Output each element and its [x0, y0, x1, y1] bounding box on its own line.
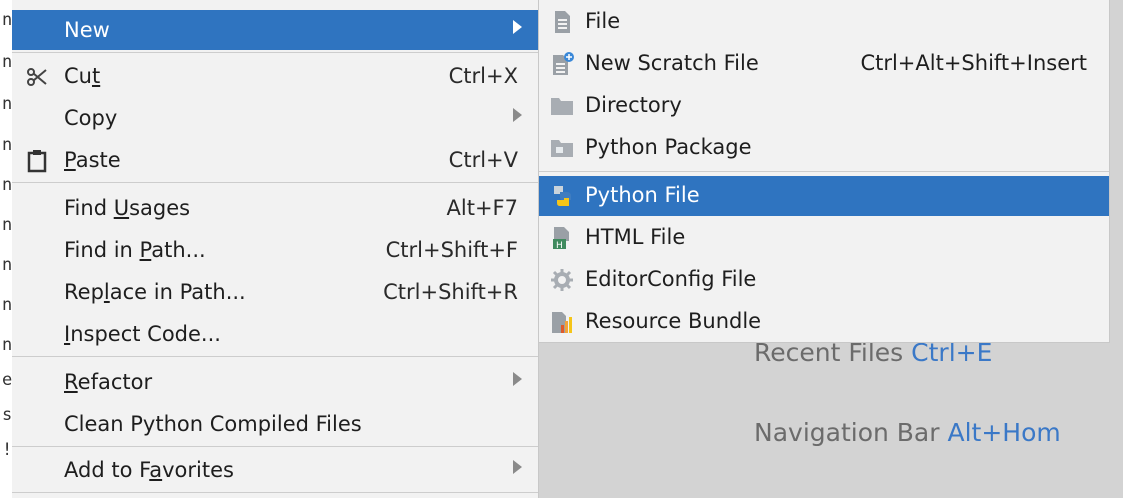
context-menu: New Cut Ctrl+X Copy Paste Ctrl+V Find Us…	[12, 0, 539, 498]
menu-item-shortcut: Ctrl+Shift+F	[385, 238, 518, 262]
menu-item-label: Refactor	[64, 370, 153, 394]
html-file-icon: H	[549, 225, 575, 251]
menu-item-label: Copy	[64, 106, 118, 130]
gutter-char: n	[2, 295, 13, 315]
gutter-char: n	[2, 94, 13, 114]
menu-item-cut[interactable]: Cut Ctrl+X	[12, 56, 538, 96]
submenu-item-python-file[interactable]: Python File	[539, 176, 1109, 216]
gutter-char: n	[2, 255, 13, 275]
submenu-item-html-file[interactable]: H HTML File	[539, 218, 1109, 258]
submenu-item-directory[interactable]: Directory	[539, 86, 1109, 126]
menu-item-shortcut: Alt+F7	[446, 196, 518, 220]
submenu-item-label: Directory	[585, 93, 682, 117]
scratch-file-icon	[549, 51, 575, 77]
submenu-arrow-icon	[513, 20, 522, 34]
package-folder-icon	[549, 135, 575, 161]
menu-item-shortcut: Ctrl+V	[448, 148, 518, 172]
submenu-arrow-icon	[513, 372, 522, 386]
resource-bundle-icon	[549, 309, 575, 335]
file-icon	[549, 9, 575, 35]
submenu-item-new-scratch-file[interactable]: New Scratch File Ctrl+Alt+Shift+Insert	[539, 44, 1109, 84]
svg-text:H: H	[556, 241, 563, 251]
menu-item-find-in-path[interactable]: Find in Path... Ctrl+Shift+F	[12, 230, 538, 270]
submenu-separator	[539, 171, 1109, 172]
submenu-item-file[interactable]: File	[539, 2, 1109, 42]
menu-item-clean-python-compiled[interactable]: Clean Python Compiled Files	[12, 404, 538, 444]
submenu-item-label: Python File	[585, 183, 700, 207]
menu-item-label: Add to Favorites	[64, 458, 234, 482]
menu-item-shortcut: Ctrl+X	[448, 64, 518, 88]
menu-item-replace-in-path[interactable]: Replace in Path... Ctrl+Shift+R	[12, 272, 538, 312]
submenu-item-label: Resource Bundle	[585, 309, 762, 333]
gutter-char: n	[2, 335, 13, 355]
menu-item-label: Find in Path...	[64, 238, 206, 262]
menu-item-shortcut: Ctrl+Shift+R	[383, 280, 518, 304]
menu-separator	[12, 52, 538, 53]
gutter-char: n	[2, 175, 13, 195]
gutter-char: s	[2, 405, 13, 425]
python-icon	[549, 183, 575, 209]
menu-item-add-to-favorites[interactable]: Add to Favorites	[12, 450, 538, 490]
hint-navigation-bar: Navigation Bar Alt+Hom	[754, 418, 1061, 447]
submenu-arrow-icon	[513, 108, 522, 122]
menu-separator	[12, 182, 538, 183]
clipboard-icon	[24, 148, 50, 174]
gutter-char: e	[2, 370, 13, 390]
menu-item-label: New	[64, 18, 110, 42]
menu-item-paste[interactable]: Paste Ctrl+V	[12, 140, 538, 180]
submenu-item-label: HTML File	[585, 225, 686, 249]
menu-item-find-usages[interactable]: Find Usages Alt+F7	[12, 188, 538, 228]
gutter-char: !	[2, 440, 13, 460]
menu-item-label: Cut	[64, 64, 101, 88]
editor-gutter: n n n n n n n n n e s !	[0, 0, 12, 498]
submenu-item-label: Python Package	[585, 135, 752, 159]
scissors-icon	[24, 64, 50, 90]
menu-item-new[interactable]: New	[12, 10, 538, 50]
menu-item-label: Inspect Code...	[64, 322, 221, 346]
submenu-item-editorconfig-file[interactable]: EditorConfig File	[539, 260, 1109, 300]
submenu-item-python-package[interactable]: Python Package	[539, 128, 1109, 168]
menu-separator	[12, 356, 538, 357]
submenu-item-label: New Scratch File	[585, 51, 759, 75]
gutter-char: n	[2, 215, 13, 235]
submenu-item-label: EditorConfig File	[585, 267, 757, 291]
menu-item-inspect-code[interactable]: Inspect Code...	[12, 314, 538, 354]
submenu-item-shortcut: Ctrl+Alt+Shift+Insert	[860, 51, 1087, 75]
menu-item-label: Paste	[64, 148, 121, 172]
menu-item-copy[interactable]: Copy	[12, 98, 538, 138]
gutter-char: n	[2, 52, 13, 72]
gear-icon	[549, 267, 575, 293]
menu-separator	[12, 492, 538, 493]
new-submenu: File New Scratch File Ctrl+Alt+Shift+Ins…	[538, 0, 1110, 343]
menu-separator	[12, 446, 538, 447]
gutter-char: n	[2, 10, 13, 30]
submenu-item-label: File	[585, 9, 621, 33]
gutter-char: n	[2, 135, 13, 155]
submenu-item-resource-bundle[interactable]: Resource Bundle	[539, 302, 1109, 342]
menu-item-label: Replace in Path...	[64, 280, 246, 304]
menu-item-label: Clean Python Compiled Files	[64, 412, 362, 436]
submenu-arrow-icon	[513, 460, 522, 474]
menu-item-label: Find Usages	[64, 196, 191, 220]
folder-icon	[549, 93, 575, 119]
menu-item-refactor[interactable]: Refactor	[12, 362, 538, 402]
